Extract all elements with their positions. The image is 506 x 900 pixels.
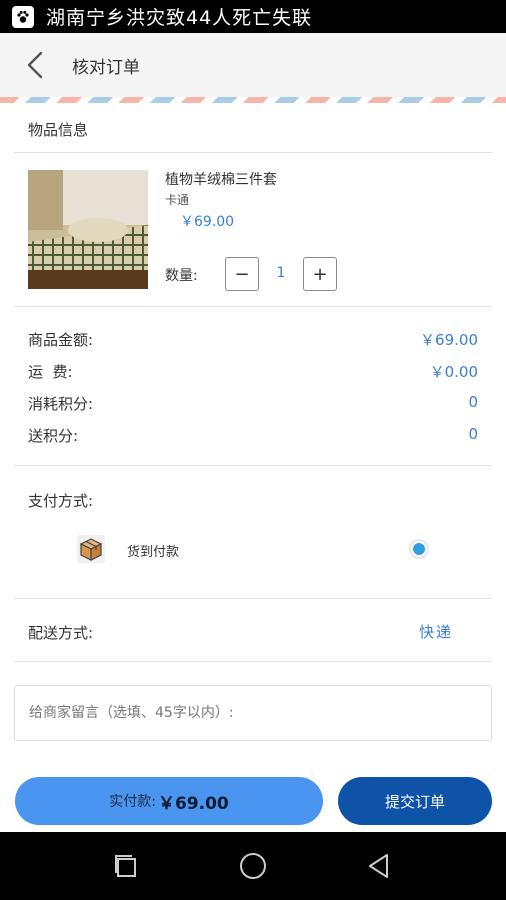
shipping-fee-value: ￥0.00: [429, 363, 478, 381]
payment-option-radio[interactable]: [409, 539, 429, 559]
product-price: ￥69.00: [180, 214, 235, 230]
page-title: 核对订单: [72, 57, 140, 78]
home-icon[interactable]: [235, 848, 271, 884]
back-arrow-icon: [27, 51, 43, 79]
header: 核对订单: [0, 33, 506, 97]
total-label: 实付款:: [109, 794, 156, 810]
divider: [14, 661, 492, 662]
quantity-value: 1: [276, 265, 286, 281]
quantity-decrement-button[interactable]: −: [225, 257, 259, 291]
points-used-value: 0: [468, 393, 478, 411]
divider: [14, 152, 492, 153]
payment-method-title: 支付方式:: [28, 492, 94, 510]
shipping-fee-label: 运 费:: [28, 363, 73, 381]
submit-order-button[interactable]: 提交订单: [338, 777, 492, 825]
envelope-stripe: [0, 97, 506, 103]
product-image[interactable]: [28, 170, 148, 289]
delivery-method-title: 配送方式:: [28, 624, 94, 642]
paw-icon: [12, 5, 34, 28]
status-notification-text: 湖南宁乡洪灾致44人死亡失联: [46, 7, 313, 29]
product-section-title: 物品信息: [28, 121, 89, 139]
points-earned-value: 0: [468, 425, 478, 443]
product-name[interactable]: 植物羊绒棉三件套: [165, 169, 277, 189]
points-earned-label: 送积分:: [28, 427, 79, 445]
radio-selected-dot: [413, 543, 425, 555]
merchant-memo-input[interactable]: [14, 685, 492, 741]
goods-amount-value: ￥69.00: [420, 331, 478, 349]
quantity-label: 数量:: [165, 268, 198, 284]
status-bar: 湖南宁乡洪灾致44人死亡失联: [0, 0, 506, 33]
divider: [14, 306, 492, 307]
product-spec: 卡通: [165, 193, 190, 207]
quantity-increment-button[interactable]: +: [303, 257, 337, 291]
payment-option-cod-label[interactable]: 货到付款: [127, 541, 179, 560]
system-nav-bar: [0, 832, 506, 900]
back-icon[interactable]: [361, 848, 397, 884]
delivery-method-value[interactable]: 快递: [419, 621, 453, 642]
recent-apps-icon[interactable]: [108, 848, 144, 884]
goods-amount-label: 商品金额:: [28, 331, 94, 349]
total-payment-display: 实付款: ￥69.00: [15, 777, 323, 825]
back-button[interactable]: [12, 33, 58, 97]
points-used-label: 消耗积分:: [28, 395, 94, 413]
divider: [14, 598, 492, 599]
package-box-icon: [77, 535, 105, 563]
divider: [14, 465, 492, 466]
total-value: ￥69.00: [157, 793, 229, 814]
